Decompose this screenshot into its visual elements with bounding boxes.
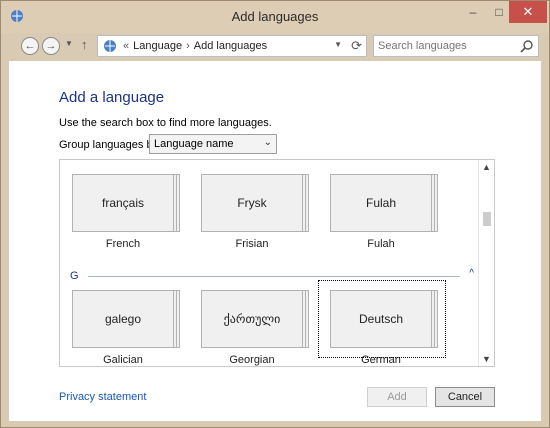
- page-title: Add a language: [59, 89, 165, 106]
- chevron-down-icon: ⌄: [263, 137, 272, 148]
- language-list: français French Frysk Frisian Fulah Fula…: [59, 159, 495, 367]
- language-native-name: Deutsch: [358, 312, 404, 326]
- language-native-name: Frysk: [237, 196, 267, 210]
- up-button[interactable]: ↑: [81, 37, 88, 52]
- up-arrow-icon: ↑: [81, 37, 88, 52]
- language-native-name: Fulah: [365, 196, 397, 210]
- language-tile-georgian[interactable]: ქართული: [201, 290, 303, 348]
- language-tile-french[interactable]: français: [72, 174, 174, 232]
- breadcrumb-item-language[interactable]: Language: [133, 40, 182, 52]
- scroll-down-icon[interactable]: ▼: [482, 354, 491, 364]
- cancel-button[interactable]: Cancel: [435, 387, 495, 407]
- add-languages-window: Add languages – □ ✕ ← → ▼ ↑ « Language ›…: [0, 0, 550, 428]
- language-tile-german[interactable]: Deutsch: [330, 290, 432, 348]
- breadcrumb-item-add-languages[interactable]: Add languages: [194, 40, 267, 52]
- language-english-name: Fulah: [367, 238, 395, 250]
- language-english-name: Georgian: [229, 354, 275, 366]
- forward-arrow-icon: →: [45, 40, 57, 52]
- search-box[interactable]: [373, 35, 539, 57]
- language-tile-fulah[interactable]: Fulah: [330, 174, 432, 232]
- privacy-statement-link[interactable]: Privacy statement: [59, 391, 146, 403]
- group-letter: G: [70, 270, 79, 282]
- navigation-bar: ← → ▼ ↑ « Language › Add languages ▼ ⟳: [9, 33, 541, 59]
- language-native-name: français: [101, 196, 145, 210]
- language-english-name: Galician: [103, 354, 143, 366]
- group-by-select[interactable]: Language name ⌄: [149, 134, 277, 154]
- language-native-name: ქართული: [223, 312, 281, 326]
- breadcrumb-separator[interactable]: ›: [186, 40, 190, 52]
- address-history-dropdown[interactable]: ▼: [334, 40, 342, 49]
- scroll-thumb[interactable]: [483, 212, 491, 226]
- search-icon[interactable]: [520, 39, 534, 53]
- minimize-button[interactable]: –: [459, 1, 487, 23]
- collapse-icon[interactable]: ^: [469, 268, 474, 279]
- group-by-label: Group languages by:: [59, 139, 162, 151]
- refresh-icon[interactable]: ⟳: [351, 38, 362, 54]
- recent-pages-dropdown[interactable]: ▼: [65, 39, 73, 48]
- breadcrumb-overflow[interactable]: «: [123, 40, 129, 52]
- language-tile-frisian[interactable]: Frysk: [201, 174, 303, 232]
- forward-button[interactable]: →: [42, 37, 60, 55]
- control-panel-icon: [104, 40, 116, 52]
- vertical-scrollbar[interactable]: ▲ ▼: [478, 160, 494, 366]
- group-by-value: Language name: [154, 138, 234, 150]
- language-english-name: French: [105, 238, 141, 250]
- back-arrow-icon: ←: [24, 40, 36, 52]
- add-button[interactable]: Add: [367, 387, 427, 407]
- language-english-name: German: [361, 354, 401, 366]
- language-native-name: galego: [104, 312, 142, 326]
- scroll-up-icon[interactable]: ▲: [482, 162, 491, 172]
- back-button[interactable]: ←: [21, 37, 39, 55]
- search-input[interactable]: [374, 36, 514, 56]
- language-tile-galician[interactable]: galego: [72, 290, 174, 348]
- address-bar[interactable]: « Language › Add languages ▼ ⟳: [97, 35, 367, 57]
- group-divider: [88, 276, 460, 277]
- language-english-name: Frisian: [235, 238, 269, 250]
- main-content: Add a language Use the search box to fin…: [9, 61, 541, 421]
- instructions-text: Use the search box to find more language…: [59, 117, 272, 129]
- close-button[interactable]: ✕: [509, 1, 547, 23]
- title-bar[interactable]: Add languages – □ ✕: [1, 1, 549, 33]
